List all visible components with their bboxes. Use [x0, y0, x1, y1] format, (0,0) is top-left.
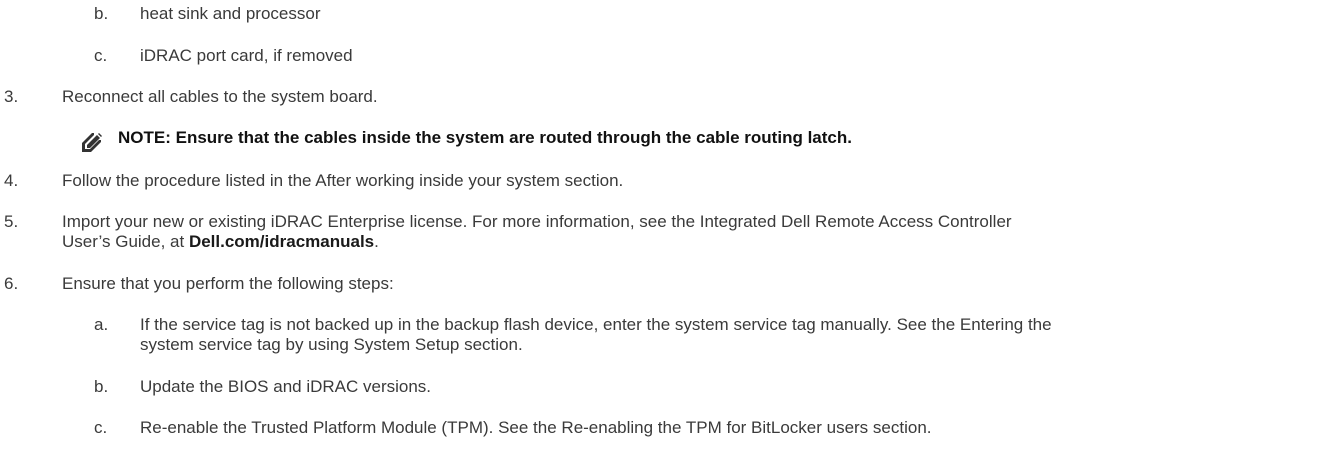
pencil-note-icon	[82, 133, 102, 152]
list-item-text: Reconnect all cables to the system board…	[62, 87, 378, 106]
idrac-manuals-link[interactable]: Dell.com/idracmanuals	[189, 232, 374, 251]
list-item-text-prefix: User’s Guide, at	[62, 232, 189, 251]
list-marker: 4.	[4, 171, 19, 190]
list-marker: c.	[94, 46, 108, 65]
list-marker: b.	[94, 377, 109, 396]
list-item-text: If the service tag is not backed up in t…	[140, 315, 1052, 334]
list-item-text: Update the BIOS and iDRAC versions.	[140, 377, 432, 396]
note-text: NOTE: Ensure that the cables inside the …	[118, 128, 852, 147]
list-marker: c.	[94, 418, 108, 437]
list-item-text: Ensure that you perform the following st…	[62, 274, 394, 293]
list-item-text: Follow the procedure listed in the After…	[62, 171, 624, 190]
list-marker: a.	[94, 315, 109, 334]
list-marker: 3.	[4, 87, 19, 106]
list-item-text-continued: User’s Guide, at Dell.com/idracmanuals.	[62, 232, 379, 252]
list-item-text-continued: system service tag by using System Setup…	[140, 335, 523, 354]
list-marker: 6.	[4, 274, 19, 293]
list-item-text: Import your new or existing iDRAC Enterp…	[62, 212, 1012, 231]
list-marker: 5.	[4, 212, 19, 231]
list-item-text: Re-enable the Trusted Platform Module (T…	[140, 418, 932, 437]
list-item-text-suffix: .	[374, 232, 379, 251]
list-item-text: iDRAC port card, if removed	[140, 46, 353, 65]
list-item-text: heat sink and processor	[140, 4, 321, 23]
list-marker: b.	[94, 4, 109, 23]
